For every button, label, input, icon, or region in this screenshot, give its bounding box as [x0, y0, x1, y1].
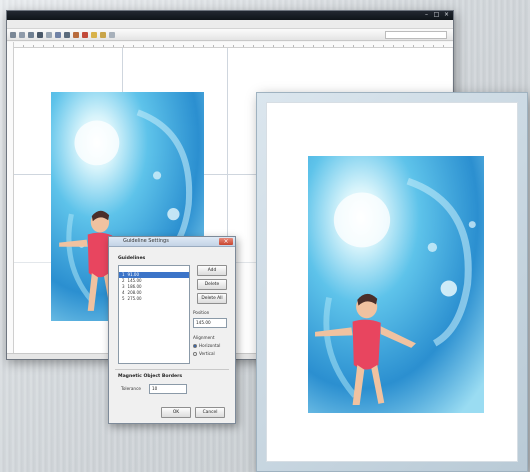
ellipse-icon[interactable] — [55, 31, 61, 38]
radio-selected-icon — [193, 343, 197, 348]
delete-all-button[interactable]: Delete All — [197, 293, 227, 304]
toolbar — [7, 29, 453, 41]
close-window-button[interactable]: × — [443, 12, 450, 18]
minimize-button[interactable]: – — [423, 12, 430, 18]
preview-photo — [308, 156, 484, 413]
zoom-icon[interactable] — [28, 31, 34, 38]
list-item[interactable]: 5 275.00 — [119, 296, 189, 302]
hand-icon[interactable] — [19, 31, 25, 38]
vertical-ruler — [7, 42, 14, 353]
rect-icon[interactable] — [46, 31, 52, 38]
grid-icon[interactable] — [109, 31, 115, 38]
rotate-icon[interactable] — [82, 31, 88, 38]
layers-icon[interactable] — [100, 31, 106, 38]
guidelines-list[interactable]: 1 91.00 2 145.00 3 186.00 4 208.00 5 275… — [118, 265, 190, 364]
dialog-title: Guideline Settings — [123, 238, 169, 244]
position-label: Position — [193, 310, 210, 315]
preview-page — [266, 102, 518, 462]
position-input[interactable]: 145.00 — [193, 318, 227, 328]
vertical-radio[interactable]: Vertical — [193, 351, 215, 356]
tolerance-label: Tolerance — [121, 386, 141, 391]
delete-button[interactable]: Delete — [197, 279, 227, 290]
dialog-close-button[interactable]: × — [219, 238, 233, 245]
print-preview-frame — [256, 92, 528, 472]
horizontal-radio[interactable]: Horizontal — [193, 343, 220, 348]
toolbar-field[interactable] — [385, 30, 447, 39]
tolerance-input[interactable]: 10 — [149, 384, 187, 394]
radio-icon — [193, 351, 197, 356]
title-bar: – □ × — [7, 11, 453, 20]
crop-icon[interactable] — [73, 31, 79, 38]
menu-bar — [7, 20, 453, 29]
window-controls: – □ × — [423, 12, 450, 18]
magnetic-borders-label: Magnetic Object Borders — [118, 374, 183, 379]
cancel-button[interactable]: Cancel — [195, 407, 225, 418]
guideline-settings-dialog: Guideline Settings × Guidelines 1 91.00 … — [108, 236, 236, 424]
alignment-label: Alignment — [193, 335, 215, 340]
add-button[interactable]: Add — [197, 265, 227, 276]
dialog-title-bar[interactable]: Guideline Settings × — [109, 237, 235, 247]
line-icon[interactable] — [37, 31, 43, 38]
divider — [115, 369, 229, 370]
ok-button[interactable]: OK — [161, 407, 191, 418]
text-icon[interactable] — [64, 31, 70, 38]
guidelines-section-label: Guidelines — [118, 256, 146, 261]
maximize-button[interactable]: □ — [433, 12, 440, 18]
underwater-photo-large — [308, 156, 484, 413]
select-icon[interactable] — [10, 31, 16, 38]
color-icon[interactable] — [91, 31, 97, 38]
